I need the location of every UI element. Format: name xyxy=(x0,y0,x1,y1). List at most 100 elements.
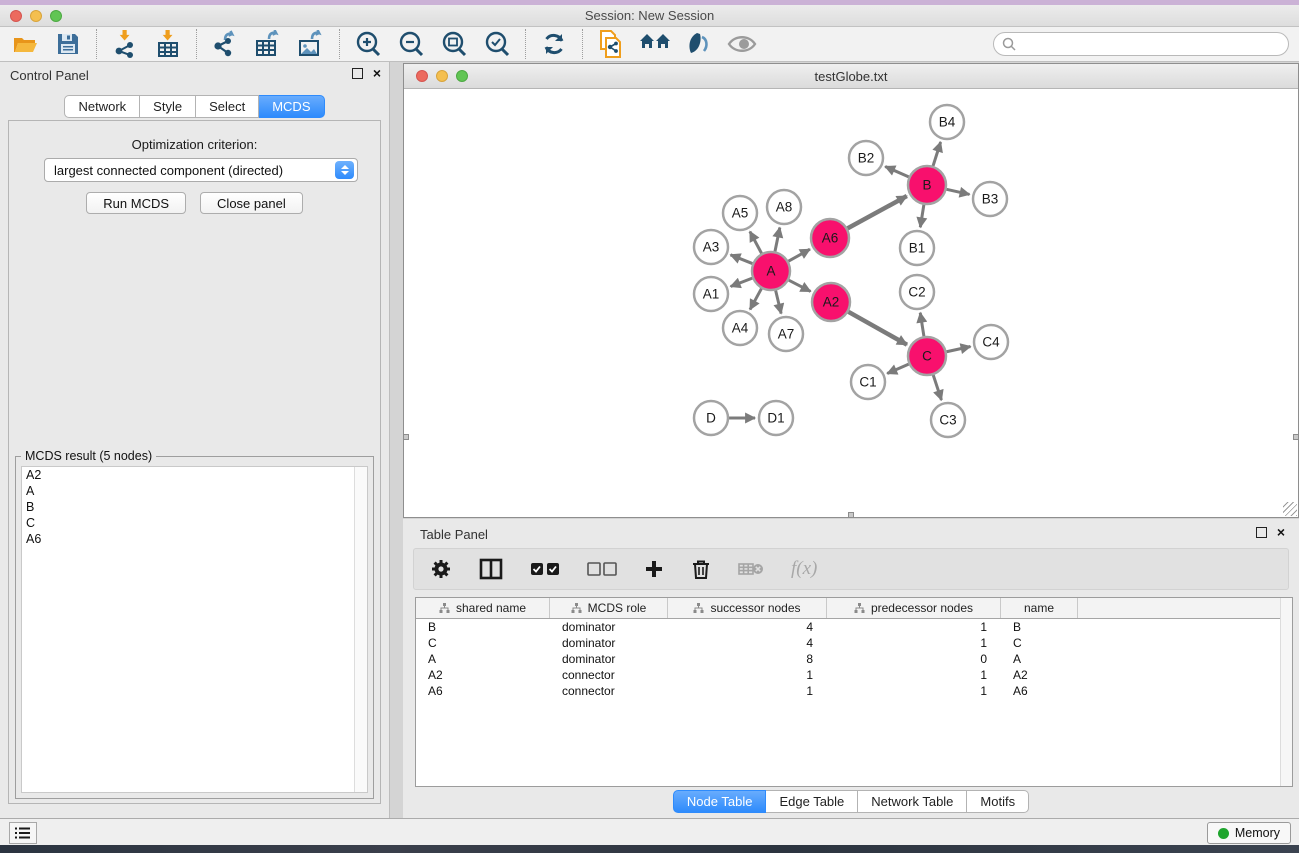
tab-edge-table[interactable]: Edge Table xyxy=(766,790,858,813)
tab-motifs[interactable]: Motifs xyxy=(967,790,1029,813)
graph-edge-C-C2[interactable] xyxy=(920,313,924,336)
tab-network-table[interactable]: Network Table xyxy=(858,790,967,813)
mcds-result-item[interactable]: B xyxy=(22,499,367,515)
zoom-selected-icon[interactable] xyxy=(482,29,512,59)
graph-edge-A6-B[interactable] xyxy=(848,196,907,228)
graph-node-B4[interactable]: B4 xyxy=(930,105,964,139)
save-session-icon[interactable] xyxy=(53,29,83,59)
mcds-result-item[interactable]: C xyxy=(22,515,367,531)
graph-edge-A-A1[interactable] xyxy=(731,278,753,286)
tab-node-table[interactable]: Node Table xyxy=(673,790,767,813)
float-panel-icon[interactable] xyxy=(352,68,363,79)
column-header-predecessor-nodes[interactable]: predecessor nodes xyxy=(827,598,1001,618)
graph-edge-A-A7[interactable] xyxy=(776,290,782,313)
graph-node-A6[interactable]: A6 xyxy=(811,219,849,257)
resize-handle-bottom[interactable] xyxy=(848,512,854,518)
memory-button[interactable]: Memory xyxy=(1207,822,1291,844)
graph-node-A1[interactable]: A1 xyxy=(694,277,728,311)
tab-mcds[interactable]: MCDS xyxy=(259,95,324,118)
graph-node-B1[interactable]: B1 xyxy=(900,231,934,265)
home-view-icon[interactable] xyxy=(639,29,671,59)
show-hide-icon[interactable] xyxy=(727,29,757,59)
zoom-out-icon[interactable] xyxy=(396,29,426,59)
mcds-result-item[interactable]: A6 xyxy=(22,531,367,547)
graph-node-C1[interactable]: C1 xyxy=(851,365,885,399)
mcds-result-item[interactable]: A2 xyxy=(22,467,367,483)
column-header-name[interactable]: name xyxy=(1001,598,1078,618)
criterion-select[interactable]: largest connected component (directed) xyxy=(44,158,358,182)
mcds-result-list[interactable]: A2ABCA6 xyxy=(21,466,368,793)
graph-node-B3[interactable]: B3 xyxy=(973,182,1007,216)
graph-node-A7[interactable]: A7 xyxy=(769,317,803,351)
network-window-titlebar[interactable]: testGlobe.txt xyxy=(404,64,1298,89)
graph-edge-B-B4[interactable] xyxy=(933,142,941,166)
graph-node-B[interactable]: B xyxy=(908,166,946,204)
graph-edge-A-A3[interactable] xyxy=(730,255,752,264)
table-scrollbar[interactable] xyxy=(1280,598,1292,786)
task-history-button[interactable] xyxy=(9,822,37,844)
zoom-fit-icon[interactable] xyxy=(439,29,469,59)
import-table-icon[interactable] xyxy=(153,29,183,59)
graph-node-A4[interactable]: A4 xyxy=(723,311,757,345)
import-network-icon[interactable] xyxy=(110,29,140,59)
settings-gear-icon[interactable] xyxy=(430,558,452,580)
column-header-MCDS-role[interactable]: MCDS role xyxy=(550,598,668,618)
graph-node-A8[interactable]: A8 xyxy=(767,190,801,224)
result-list-scrollbar[interactable] xyxy=(354,467,367,792)
table-row[interactable]: Adominator80A xyxy=(416,651,1292,667)
graph-edge-A2-C[interactable] xyxy=(848,312,907,345)
graph-node-A5[interactable]: A5 xyxy=(723,196,757,230)
deselect-all-icon[interactable] xyxy=(587,562,617,576)
graph-node-A[interactable]: A xyxy=(752,252,790,290)
graph-edge-B-B2[interactable] xyxy=(885,166,909,176)
graph-node-C4[interactable]: C4 xyxy=(974,325,1008,359)
float-table-panel-icon[interactable] xyxy=(1256,527,1267,538)
tab-network[interactable]: Network xyxy=(64,95,140,118)
graph-edge-A-A5[interactable] xyxy=(750,232,762,254)
graph-node-D[interactable]: D xyxy=(694,401,728,435)
graph-node-C3[interactable]: C3 xyxy=(931,403,965,437)
window-titlebar[interactable]: Session: New Session xyxy=(0,5,1299,27)
refresh-icon[interactable] xyxy=(539,29,569,59)
run-mcds-button[interactable]: Run MCDS xyxy=(86,192,186,214)
graph-node-B2[interactable]: B2 xyxy=(849,141,883,175)
function-builder-icon[interactable]: f(x) xyxy=(791,558,817,580)
select-all-check-icon[interactable] xyxy=(530,562,560,576)
delete-table-icon[interactable] xyxy=(738,561,764,577)
graph-edge-C-C1[interactable] xyxy=(887,364,908,373)
resize-handle-right[interactable] xyxy=(1293,434,1299,440)
export-image-icon[interactable] xyxy=(296,29,326,59)
graph-node-D1[interactable]: D1 xyxy=(759,401,793,435)
table-row[interactable]: Cdominator41C xyxy=(416,635,1292,651)
resize-handle-left[interactable] xyxy=(403,434,409,440)
add-column-icon[interactable] xyxy=(644,559,664,579)
close-panel-button[interactable]: Close panel xyxy=(200,192,303,214)
graph-node-A2[interactable]: A2 xyxy=(812,283,850,321)
graph-edge-C-C3[interactable] xyxy=(933,375,941,400)
open-session-icon[interactable] xyxy=(10,29,40,59)
graph-edge-A-A2[interactable] xyxy=(789,280,811,291)
delete-column-icon[interactable] xyxy=(691,558,711,580)
column-header-successor-nodes[interactable]: successor nodes xyxy=(668,598,827,618)
table-row[interactable]: A2connector11A2 xyxy=(416,667,1292,683)
export-network-icon[interactable] xyxy=(210,29,240,59)
graph-edge-A-A4[interactable] xyxy=(750,289,761,310)
graphics-details-icon[interactable] xyxy=(684,29,714,59)
graph-edge-A-A6[interactable] xyxy=(788,249,809,261)
graph-edge-A-A8[interactable] xyxy=(775,228,780,252)
export-table-icon[interactable] xyxy=(253,29,283,59)
graph-node-C2[interactable]: C2 xyxy=(900,275,934,309)
graph-edge-C-C4[interactable] xyxy=(947,346,971,351)
close-table-panel-icon[interactable]: × xyxy=(1277,527,1285,538)
copy-style-icon[interactable] xyxy=(596,29,626,59)
resize-grip-icon[interactable] xyxy=(1283,502,1297,516)
zoom-in-icon[interactable] xyxy=(353,29,383,59)
graph-edge-B-B3[interactable] xyxy=(947,189,970,194)
graph-edge-B-B1[interactable] xyxy=(920,205,924,228)
mcds-result-item[interactable]: A xyxy=(22,483,367,499)
close-panel-icon[interactable]: × xyxy=(373,68,381,79)
table-row[interactable]: Bdominator41B xyxy=(416,619,1292,635)
graph-node-A3[interactable]: A3 xyxy=(694,230,728,264)
tab-style[interactable]: Style xyxy=(140,95,196,118)
tab-select[interactable]: Select xyxy=(196,95,259,118)
